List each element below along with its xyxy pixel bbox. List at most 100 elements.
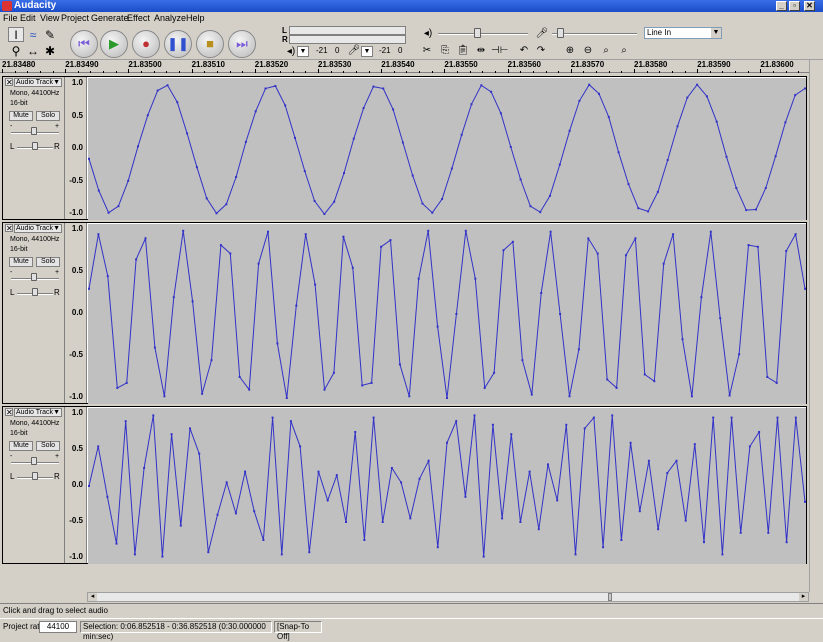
waveform-display[interactable]: [88, 408, 806, 564]
close-track-icon[interactable]: ✕: [5, 408, 13, 417]
sample-point: [721, 553, 724, 556]
mute-button[interactable]: Mute: [9, 257, 33, 267]
ruler-tick: [722, 71, 724, 73]
menu-generate[interactable]: Generate: [91, 12, 129, 25]
selection-tool-icon[interactable]: I: [8, 27, 24, 42]
gain-slider-thumb[interactable]: [31, 457, 37, 465]
timeshift-tool-icon[interactable]: ↔: [25, 43, 41, 58]
solo-button[interactable]: Solo: [36, 111, 60, 121]
scroll-left-icon[interactable]: ◂: [88, 593, 97, 601]
scroll-thumb[interactable]: [608, 593, 612, 601]
chevron-down-icon[interactable]: ▼: [53, 409, 60, 416]
ruler-mark-label: 21.83570: [570, 60, 605, 69]
sample-point: [556, 499, 559, 502]
timeline-ruler[interactable]: 21.83480 21.83490 21.83500 21.83510 21.83520…: [0, 60, 812, 73]
silence-icon[interactable]: ⊣⊢: [491, 44, 508, 58]
copy-icon[interactable]: ⎘: [437, 44, 453, 58]
gain-minus-label: -: [10, 269, 13, 276]
menu-edit[interactable]: Edit: [20, 12, 36, 25]
chevron-down-icon[interactable]: ▼: [53, 225, 60, 232]
track-name-dropdown[interactable]: Audio Track ▼: [14, 78, 62, 87]
sample-point: [745, 209, 748, 212]
envelope-tool-icon[interactable]: ≈: [25, 27, 41, 42]
stop-button[interactable]: ■: [196, 30, 224, 58]
sample-point: [400, 481, 403, 484]
mute-button[interactable]: Mute: [9, 111, 33, 121]
horizontal-scrollbar[interactable]: ◂ ▸: [87, 592, 809, 602]
waveform-display[interactable]: [88, 78, 806, 220]
input-volume-thumb[interactable]: [557, 28, 564, 38]
menu-view[interactable]: View: [40, 12, 59, 25]
input-source-select[interactable]: Line In ▼: [644, 27, 722, 39]
input-volume-slider[interactable]: [552, 33, 637, 35]
sample-point: [390, 467, 393, 469]
redo-icon[interactable]: ↷: [533, 44, 549, 58]
close-track-icon[interactable]: ✕: [5, 78, 13, 87]
gain-slider-thumb[interactable]: [31, 127, 37, 135]
sample-point: [354, 431, 357, 433]
pan-slider-thumb[interactable]: [32, 288, 38, 296]
pan-slider-thumb[interactable]: [32, 142, 38, 150]
speaker-meter-icon[interactable]: ◂): [284, 45, 298, 59]
trim-icon[interactable]: ⇹: [473, 44, 489, 58]
rec-meter-dropdown-icon[interactable]: ▼: [361, 46, 373, 57]
track-bit-depth: 16-bit: [10, 430, 28, 437]
scroll-right-icon[interactable]: ▸: [799, 593, 808, 601]
play-meter-dropdown-icon[interactable]: ▼: [297, 46, 309, 57]
microphone-meter-icon[interactable]: 🎤︎: [347, 44, 361, 58]
record-button[interactable]: ●: [132, 30, 160, 58]
vertical-scrollbar[interactable]: [809, 60, 823, 592]
sample-point: [332, 371, 335, 374]
pan-left-label: L: [10, 472, 15, 481]
sample-point: [446, 397, 448, 399]
skip-to-end-button[interactable]: ⏭: [228, 30, 256, 58]
menu-analyze[interactable]: Analyze: [154, 12, 186, 25]
close-window-button[interactable]: ✕: [804, 1, 815, 11]
ruler-tick: [608, 71, 610, 73]
multi-tool-icon[interactable]: ✱: [42, 43, 58, 58]
output-volume-slider[interactable]: [438, 33, 528, 35]
mute-button[interactable]: Mute: [9, 441, 33, 451]
close-track-icon[interactable]: ✕: [5, 224, 13, 233]
paste-icon[interactable]: 📋︎: [455, 44, 471, 58]
sample-point: [491, 423, 494, 426]
output-volume-thumb[interactable]: [474, 28, 481, 38]
ruler-tick: [393, 71, 395, 73]
ruler-tick: [659, 71, 661, 73]
ruler-mark-label: 21.83520: [254, 60, 289, 69]
draw-tool-icon[interactable]: ✎: [42, 27, 58, 42]
solo-button[interactable]: Solo: [36, 257, 60, 267]
maximize-button[interactable]: ▫: [789, 1, 800, 11]
chevron-down-icon[interactable]: ▼: [53, 79, 60, 86]
zoom-out-icon[interactable]: ⊖: [580, 44, 596, 58]
pause-button[interactable]: ❚❚: [164, 30, 192, 58]
solo-button[interactable]: Solo: [36, 441, 60, 451]
snap-to-status[interactable]: [Snap-To Off]: [274, 621, 322, 641]
cut-icon[interactable]: ✂: [419, 44, 435, 58]
gain-slider-thumb[interactable]: [31, 273, 37, 281]
fit-project-icon[interactable]: ⌕: [616, 44, 632, 58]
track-name-dropdown[interactable]: Audio Track ▼: [14, 408, 62, 417]
sample-point: [539, 211, 542, 214]
sample-point: [715, 120, 718, 123]
audio-track: ✕ Audio Track ▼ Mono, 44100Hz 16-bit Mut…: [2, 76, 807, 220]
zoom-tool-icon[interactable]: ⚲: [8, 43, 24, 58]
waveform-display[interactable]: [88, 224, 806, 404]
undo-icon[interactable]: ↶: [516, 44, 532, 58]
sample-point: [124, 420, 127, 423]
menu-file[interactable]: File: [3, 12, 18, 25]
menu-project[interactable]: Project: [61, 12, 89, 25]
minimize-button[interactable]: _: [776, 1, 787, 11]
sample-point: [470, 103, 473, 106]
project-rate-field[interactable]: 44100: [39, 621, 77, 633]
fit-selection-icon[interactable]: ⌕: [598, 44, 614, 58]
zoom-in-icon[interactable]: ⊕: [562, 44, 578, 58]
menu-effect[interactable]: Effect: [127, 12, 150, 25]
track-name-dropdown[interactable]: Audio Track ▼: [14, 224, 62, 233]
skip-to-start-button[interactable]: ⏮: [70, 30, 98, 58]
pan-slider-thumb[interactable]: [32, 472, 38, 480]
play-button[interactable]: ▶: [100, 30, 128, 58]
ruler-tick: [494, 71, 496, 73]
menu-help[interactable]: Help: [186, 12, 205, 25]
chevron-down-icon[interactable]: ▼: [711, 28, 721, 38]
